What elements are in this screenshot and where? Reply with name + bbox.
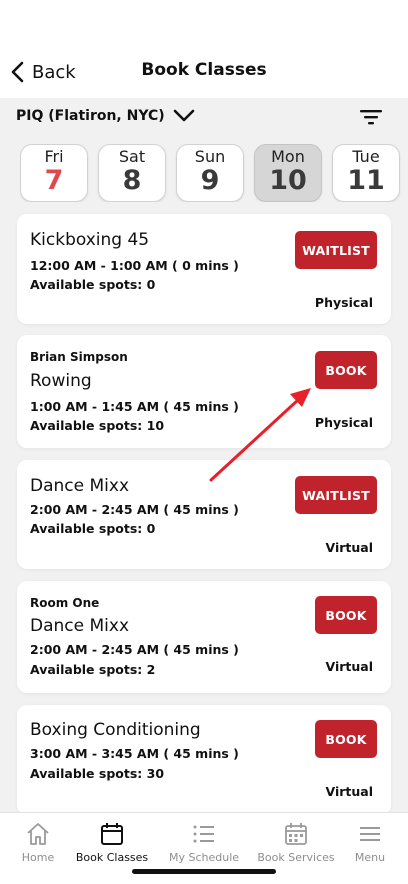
menu-icon (360, 827, 380, 841)
tab-label: Book Classes (75, 851, 149, 864)
day-number: 10 (269, 165, 307, 196)
chevron-down-icon (173, 109, 194, 122)
day-name: Fri (44, 147, 64, 166)
class-card: Boxing Conditioning 3:00 AM - 3:45 AM ( … (17, 705, 391, 815)
date-chip-fri[interactable]: Fri 7 (20, 144, 88, 202)
day-name: Mon (271, 147, 305, 166)
location-selector[interactable]: PIQ (Flatiron, NYC) (16, 104, 195, 128)
class-card: Room One Dance Mixx 2:00 AM - 2:45 AM ( … (17, 581, 391, 693)
class-time: 3:00 AM - 3:45 AM ( 45 mins ) (30, 746, 239, 761)
class-time: 2:00 AM - 2:45 AM ( 45 mins ) (30, 502, 239, 517)
class-card: Brian Simpson Rowing 1:00 AM - 1:45 AM (… (17, 335, 391, 448)
day-name: Sun (194, 147, 226, 166)
tab-label: My Schedule (168, 851, 240, 864)
day-number: 11 (347, 165, 385, 196)
class-time: 12:00 AM - 1:00 AM ( 0 mins ) (30, 258, 239, 273)
list-icon (193, 825, 214, 843)
waitlist-button[interactable]: WAITLIST (295, 476, 377, 514)
book-button[interactable]: BOOK (315, 596, 377, 634)
available-spots: Available spots: 10 (30, 418, 165, 433)
book-button[interactable]: BOOK (315, 720, 377, 758)
date-chip-sat[interactable]: Sat 8 (98, 144, 166, 202)
class-name: Dance Mixx (30, 476, 130, 496)
class-type: Virtual (325, 659, 374, 674)
class-time: 1:00 AM - 1:45 AM ( 45 mins ) (30, 399, 239, 414)
day-number: 8 (122, 165, 142, 196)
class-type: Physical (314, 295, 373, 310)
page-title: Book Classes (141, 60, 267, 80)
class-name: Dance Mixx (30, 616, 130, 636)
available-spots: Available spots: 0 (30, 521, 156, 536)
calendar-icon (101, 823, 123, 845)
available-spots: Available spots: 30 (30, 766, 165, 781)
date-chip-sun[interactable]: Sun 9 (176, 144, 244, 202)
filter-icon[interactable] (360, 108, 382, 126)
available-spots: Available spots: 0 (30, 277, 156, 292)
class-type: Virtual (325, 540, 374, 555)
tab-menu[interactable]: Menu (348, 821, 392, 864)
day-name: Tue (352, 147, 380, 166)
tab-my-schedule[interactable]: My Schedule (166, 821, 242, 864)
tab-home[interactable]: Home (14, 821, 62, 864)
day-number: 9 (200, 165, 220, 196)
available-spots: Available spots: 2 (30, 662, 156, 677)
class-card: Kickboxing 45 12:00 AM - 1:00 AM ( 0 min… (17, 214, 391, 324)
tab-book-classes[interactable]: Book Classes (74, 821, 150, 864)
tab-label: Menu (354, 851, 386, 864)
calendar-grid-icon (285, 823, 307, 845)
home-icon (27, 823, 49, 845)
tab-label: Home (21, 851, 55, 864)
waitlist-button[interactable]: WAITLIST (295, 231, 377, 269)
class-name: Boxing Conditioning (30, 720, 201, 740)
date-strip: Fri 7 Sat 8 Sun 9 Mon 10 Tue 11 (20, 144, 408, 202)
room-name: Room One (30, 596, 100, 610)
class-card: Dance Mixx 2:00 AM - 2:45 AM ( 45 mins )… (17, 460, 391, 569)
class-time: 2:00 AM - 2:45 AM ( 45 mins ) (30, 642, 239, 657)
instructor-name: Brian Simpson (30, 350, 128, 364)
day-name: Sat (118, 147, 146, 166)
class-type: Virtual (325, 784, 374, 799)
top-bar: Back Book Classes (0, 0, 408, 98)
tab-label: Book Services (257, 851, 335, 864)
book-button[interactable]: BOOK (315, 351, 377, 389)
class-name: Kickboxing 45 (30, 230, 150, 250)
date-chip-tue[interactable]: Tue 11 (332, 144, 400, 202)
class-name: Rowing (30, 371, 92, 391)
location-label: PIQ (Flatiron, NYC) (16, 108, 165, 124)
class-type: Physical (314, 415, 373, 430)
day-number: 7 (44, 165, 64, 196)
home-indicator (132, 869, 276, 874)
tab-book-services[interactable]: Book Services (256, 821, 336, 864)
date-chip-mon[interactable]: Mon 10 (254, 144, 322, 202)
bottom-tab-bar: Home Book Classes My Schedule Book Servi… (0, 812, 408, 884)
